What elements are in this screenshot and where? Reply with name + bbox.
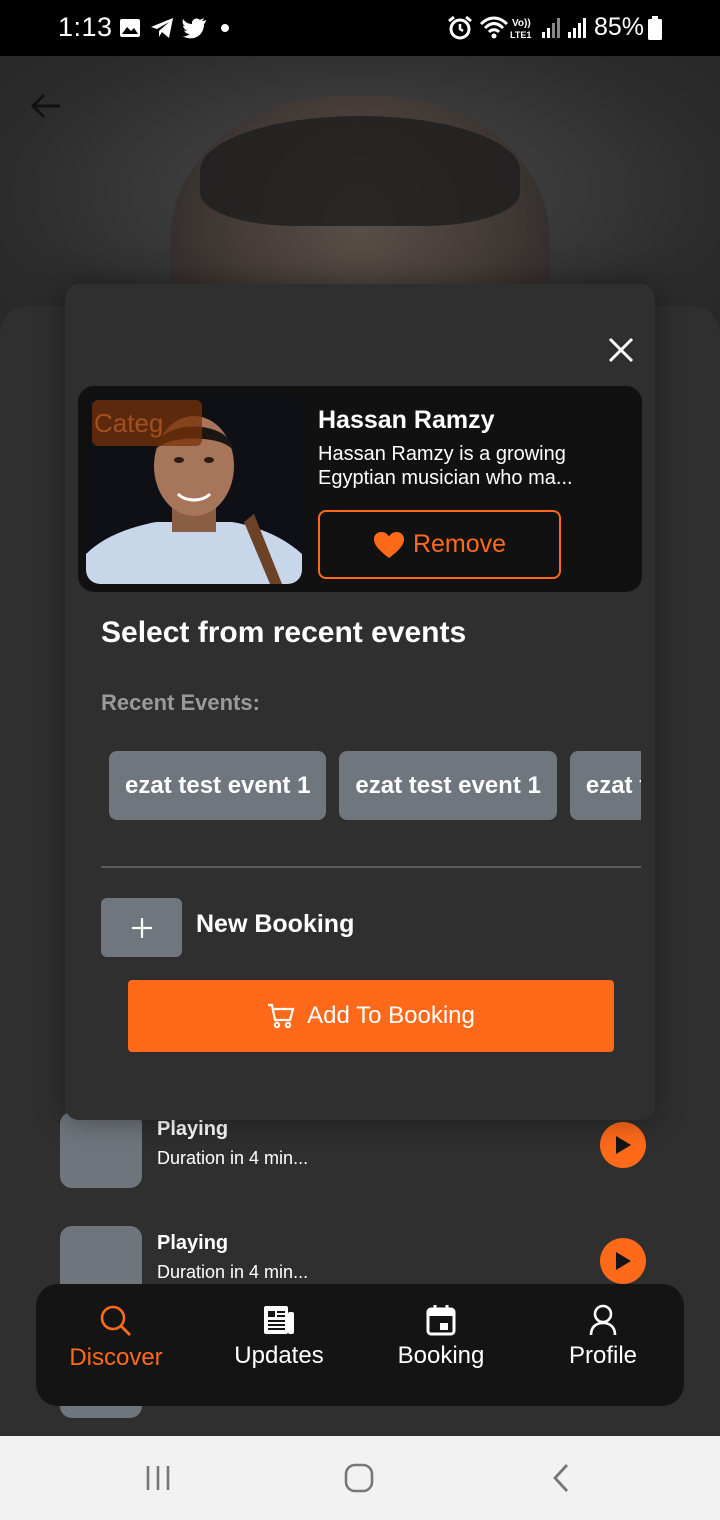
recent-events-label: Recent Events:	[101, 690, 260, 715]
track-title: Playing	[157, 1118, 229, 1140]
home-icon[interactable]	[334, 1456, 384, 1500]
nav-profile[interactable]: Profile	[528, 1304, 678, 1394]
nav-label: Booking	[397, 1342, 485, 1369]
signal-icon	[566, 14, 588, 42]
artist-name: Hassan Ramzy	[318, 406, 495, 434]
status-time: 1:13	[58, 12, 113, 42]
category-tag: Categ	[92, 400, 202, 446]
add-to-booking-label: Add To Booking	[307, 1002, 475, 1029]
nav-updates[interactable]: Updates	[204, 1304, 354, 1394]
add-to-booking-modal: Categ Hassan Ramzy Hassan Ramzy is a gro…	[65, 284, 655, 1120]
artist-card: Categ Hassan Ramzy Hassan Ramzy is a gro…	[78, 386, 642, 592]
alarm-icon	[446, 14, 474, 42]
back-arrow-icon[interactable]	[26, 86, 66, 126]
add-to-booking-button[interactable]: Add To Booking	[128, 980, 614, 1052]
close-icon	[608, 337, 634, 363]
remove-favorite-button[interactable]: Remove	[318, 510, 561, 579]
list-item[interactable]: Playing Duration in 4 min...	[60, 1112, 680, 1194]
status-bar: 1:13 Vo)) LTE1 85%	[0, 0, 720, 56]
battery-percent: 85%	[594, 13, 645, 41]
wifi-icon	[478, 14, 510, 42]
user-icon	[589, 1304, 617, 1336]
artist-description: Hassan Ramzy is a growing Egyptian music…	[318, 443, 573, 489]
bottom-nav: Discover Updates Booking Profile	[36, 1284, 684, 1406]
artist-photo: Categ	[86, 394, 302, 584]
heart-icon	[373, 531, 404, 558]
recent-event-chip[interactable]: ezat test event 1	[569, 751, 641, 820]
svg-text:LTE1: LTE1	[510, 30, 531, 40]
search-icon	[100, 1305, 131, 1336]
battery-icon	[646, 14, 664, 42]
close-button[interactable]	[601, 330, 641, 370]
gallery-icon	[118, 14, 142, 42]
modal-title: Select from recent events	[101, 616, 467, 649]
remove-label: Remove	[412, 530, 507, 558]
track-thumbnail	[60, 1226, 142, 1284]
system-navigation-bar	[0, 1436, 720, 1520]
recent-event-chip[interactable]: ezat test event 1	[339, 751, 557, 820]
track-thumbnail	[60, 1112, 142, 1188]
cart-icon	[268, 1003, 295, 1029]
calendar-icon	[426, 1305, 456, 1336]
recent-events-list[interactable]: ezat test event 1ezat test event 1ezat t…	[109, 751, 641, 821]
nav-label: Profile	[568, 1342, 638, 1369]
track-title: Playing	[157, 1232, 229, 1254]
svg-text:Vo)): Vo))	[512, 18, 531, 29]
nav-label: Discover	[69, 1344, 163, 1371]
track-subtitle: Duration in 4 min...	[157, 1148, 309, 1168]
track-subtitle: Duration in 4 min...	[157, 1262, 309, 1282]
telegram-icon	[148, 14, 176, 42]
dot-icon	[218, 14, 232, 42]
nav-booking[interactable]: Booking	[366, 1304, 516, 1394]
newspaper-icon	[264, 1306, 294, 1334]
recent-event-chip[interactable]: ezat test event 1	[109, 751, 327, 820]
list-item[interactable]: Playing Duration in 4 min...	[60, 1226, 680, 1284]
nav-discover[interactable]: Discover	[41, 1304, 191, 1394]
play-button[interactable]	[600, 1122, 646, 1168]
divider	[101, 866, 641, 868]
new-booking-button[interactable]	[101, 898, 182, 957]
nav-label: Updates	[234, 1342, 324, 1369]
plus-icon	[131, 917, 152, 938]
new-booking-label[interactable]: New Booking	[196, 910, 354, 939]
volte-icon: Vo)) LTE1	[510, 14, 540, 42]
twitter-icon	[180, 14, 208, 42]
play-button[interactable]	[600, 1238, 646, 1284]
back-icon[interactable]	[536, 1456, 586, 1500]
recent-apps-icon[interactable]	[133, 1456, 183, 1500]
play-icon	[616, 1136, 631, 1154]
signal-icon	[540, 14, 562, 42]
play-icon	[616, 1252, 631, 1270]
